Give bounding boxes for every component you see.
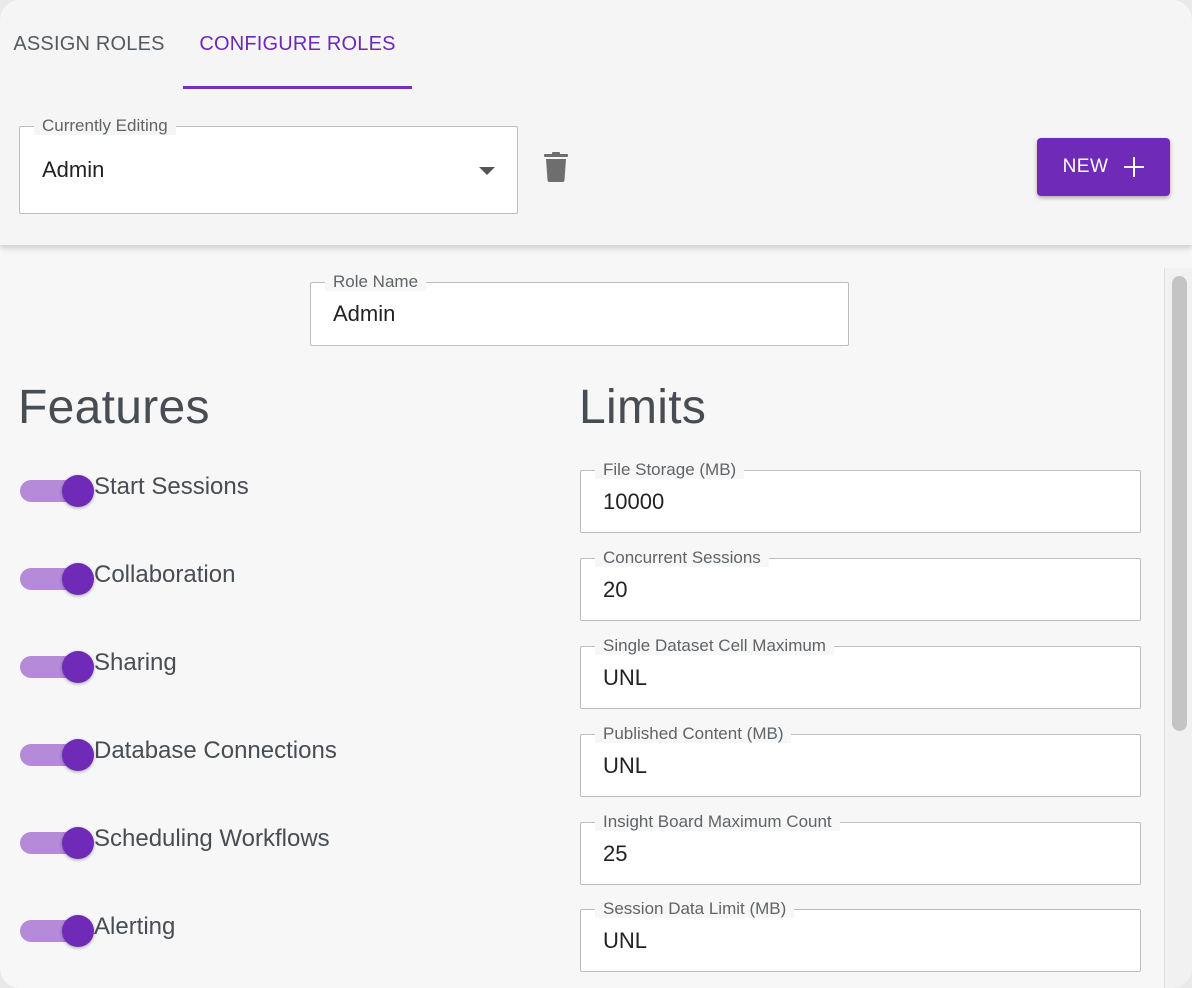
limit-value: 25: [603, 841, 628, 866]
currently-editing-value: Admin: [42, 157, 105, 182]
limits-heading: Limits: [579, 381, 707, 434]
limit-value: UNL: [603, 665, 648, 690]
feature-sharing[interactable]: Sharing: [20, 643, 177, 683]
toggle-switch[interactable]: [20, 819, 94, 859]
feature-label: Start Sessions: [94, 473, 249, 500]
feature-label: Sharing: [94, 649, 177, 676]
feature-label: Scheduling Workflows: [94, 825, 330, 852]
tab-assign-roles[interactable]: ASSIGN ROLES: [0, 0, 178, 88]
limit-label: Single Dataset Cell Maximum: [595, 637, 834, 655]
configure-roles-window: ASSIGN ROLES CONFIGURE ROLES Currently E…: [0, 0, 1192, 988]
tab-configure-roles[interactable]: CONFIGURE ROLES: [183, 0, 412, 88]
limit-insight-board-field[interactable]: Insight Board Maximum Count 25: [580, 813, 1141, 885]
limit-label: Insight Board Maximum Count: [595, 813, 840, 831]
limit-concurrent-sessions-field[interactable]: Concurrent Sessions 20: [580, 549, 1141, 621]
limit-label: Session Data Limit (MB): [595, 900, 795, 918]
feature-scheduling-workflows[interactable]: Scheduling Workflows: [20, 819, 330, 859]
new-role-label: NEW: [1062, 156, 1109, 177]
limit-label: Published Content (MB): [595, 725, 792, 743]
limit-published-content-field[interactable]: Published Content (MB) UNL: [580, 725, 1141, 797]
currently-editing-select[interactable]: Currently Editing Admin: [19, 117, 518, 214]
limit-value: UNL: [603, 928, 648, 953]
limit-label: File Storage (MB): [595, 461, 745, 479]
limit-session-data-field[interactable]: Session Data Limit (MB) UNL: [580, 900, 1141, 972]
limit-value: 10000: [603, 489, 665, 514]
new-role-button[interactable]: NEW: [1037, 138, 1170, 196]
toggle-switch[interactable]: [20, 643, 94, 683]
scrollbar-thumb[interactable]: [1172, 276, 1187, 731]
feature-alerting[interactable]: Alerting: [20, 907, 175, 947]
feature-start-sessions[interactable]: Start Sessions: [20, 467, 249, 507]
limit-file-storage-field[interactable]: File Storage (MB) 10000: [580, 461, 1141, 533]
trash-icon[interactable]: [543, 152, 569, 182]
toggle-switch[interactable]: [20, 467, 94, 507]
feature-database-connections[interactable]: Database Connections: [20, 731, 337, 771]
role-name-label: Role Name: [325, 273, 427, 291]
plus-icon: [1124, 157, 1145, 177]
currently-editing-label: Currently Editing: [34, 117, 176, 135]
chevron-down-icon: [479, 167, 495, 175]
toggle-switch[interactable]: [20, 907, 94, 947]
feature-label: Database Connections: [94, 737, 337, 764]
role-name-field[interactable]: Role Name Admin: [310, 273, 849, 346]
features-heading: Features: [18, 381, 210, 434]
toggle-switch[interactable]: [20, 555, 94, 595]
active-tab-indicator: [183, 86, 412, 89]
feature-label: Collaboration: [94, 561, 236, 588]
feature-label: Alerting: [94, 913, 176, 940]
limit-single-dataset-cell-field[interactable]: Single Dataset Cell Maximum UNL: [580, 637, 1141, 709]
limit-value: UNL: [603, 753, 648, 778]
limit-label: Concurrent Sessions: [595, 549, 769, 567]
limit-value: 20: [603, 577, 628, 602]
feature-collaboration[interactable]: Collaboration: [20, 555, 235, 595]
toggle-switch[interactable]: [20, 731, 94, 771]
role-editor-header: ASSIGN ROLES CONFIGURE ROLES Currently E…: [0, 0, 1192, 245]
role-name-value: Admin: [333, 301, 396, 326]
